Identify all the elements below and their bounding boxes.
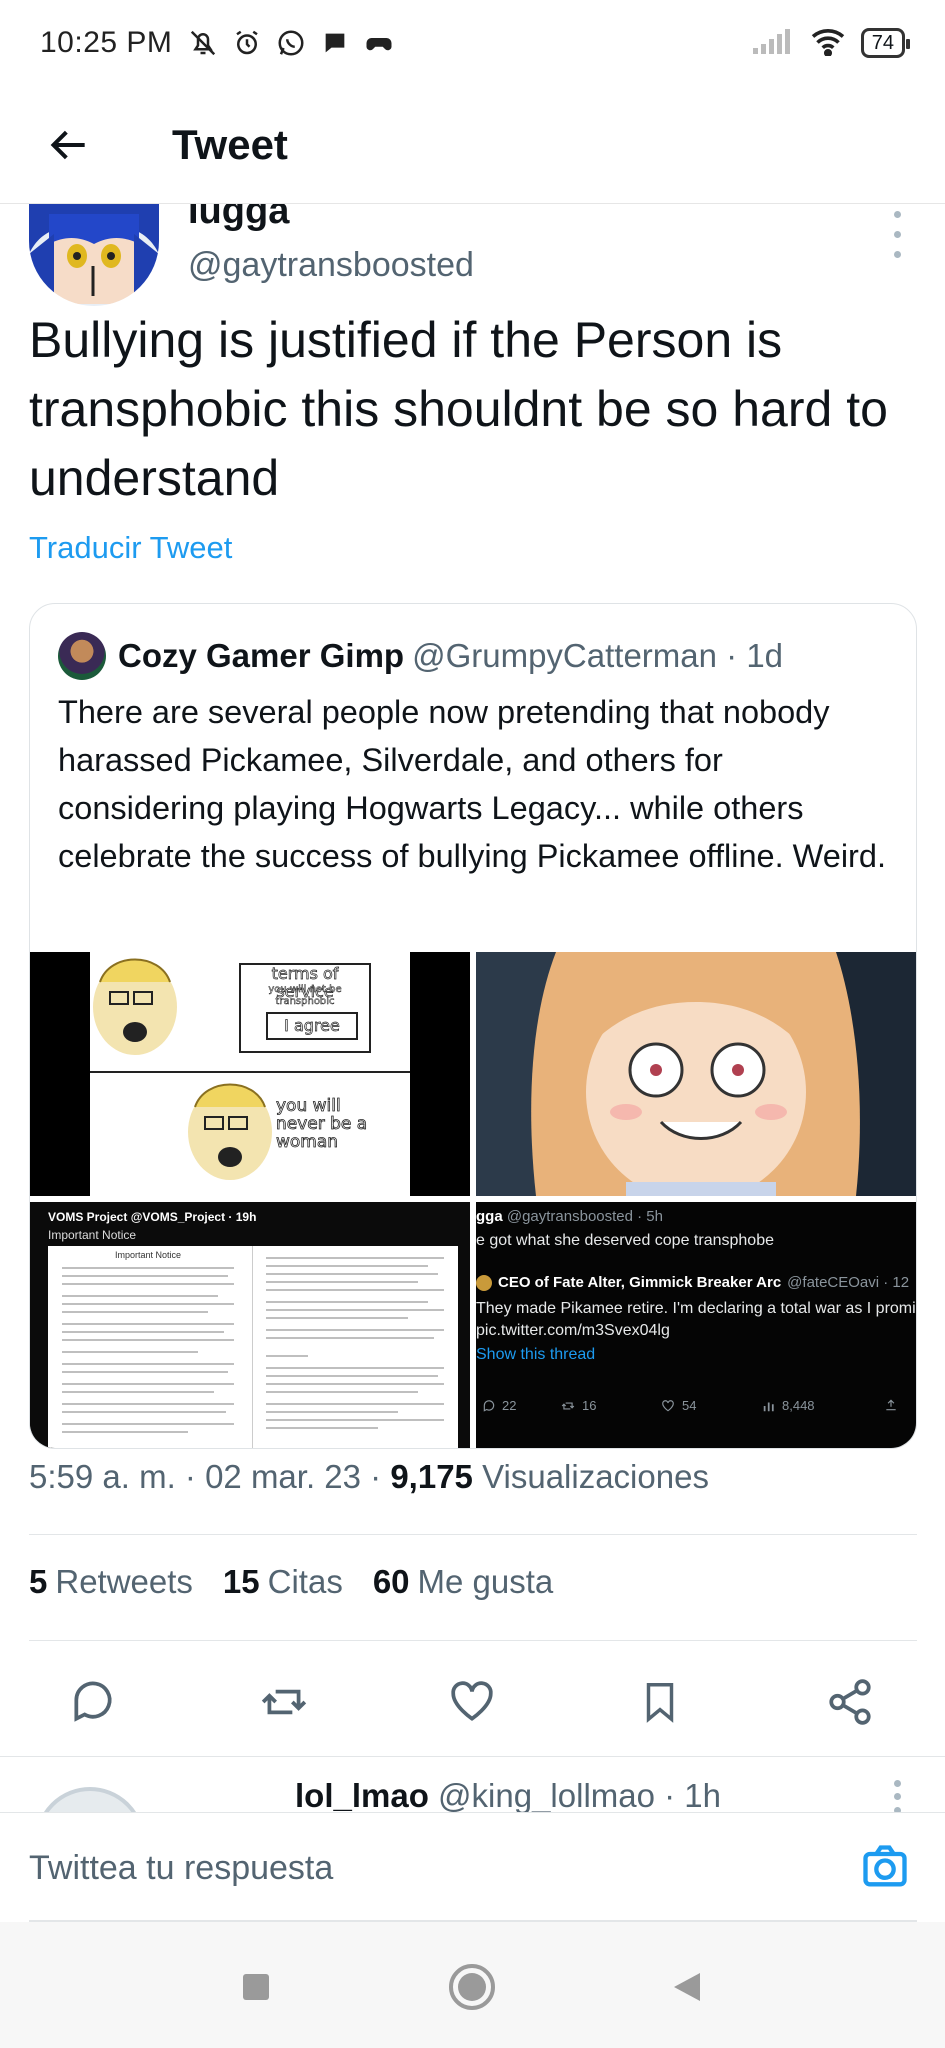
author-handle[interactable]: @gaytransboosted bbox=[188, 246, 474, 285]
meme-tos-agree: I agree bbox=[266, 1012, 358, 1040]
reply-author: lol_lmao @king_lollmao · 1h bbox=[295, 1777, 721, 1813]
retweet-icon bbox=[561, 1402, 575, 1409]
reply-button[interactable] bbox=[63, 1672, 123, 1732]
translate-link[interactable]: Traducir Tweet bbox=[29, 530, 232, 566]
quote-tweet-card[interactable]: Cozy Gamer Gimp @GrumpyCatterman · 1d Th… bbox=[29, 603, 917, 1449]
like-button[interactable] bbox=[442, 1672, 502, 1732]
like-icon bbox=[451, 1681, 493, 1721]
whatsapp-icon bbox=[276, 28, 306, 58]
recents-button[interactable] bbox=[221, 1952, 291, 2022]
tweet-timestamp: 5:59 a. m. · 02 mar. 23 · bbox=[29, 1458, 391, 1495]
retweets-stat[interactable]: 5 Retweets bbox=[29, 1563, 193, 1601]
bell-off-icon bbox=[188, 28, 218, 58]
media-image-anime[interactable] bbox=[476, 952, 916, 1196]
quote-author-handle: @GrumpyCatterman · 1d bbox=[412, 637, 784, 674]
triangle-back-icon bbox=[674, 1973, 700, 2001]
camera-icon bbox=[863, 1845, 907, 1887]
quote-author-name: Cozy Gamer Gimp bbox=[118, 637, 405, 674]
embedded-text: e got what she deserved cope transphobe bbox=[476, 1232, 774, 1249]
embedded-retweets: 16 bbox=[560, 1398, 596, 1413]
avatar[interactable] bbox=[29, 194, 159, 306]
square-icon bbox=[243, 1974, 269, 2000]
notice-title: Important Notice bbox=[48, 1228, 137, 1242]
bookmark-button[interactable] bbox=[630, 1672, 690, 1732]
meme-woman-text: you will never be a woman bbox=[276, 1096, 368, 1152]
game-controller-icon bbox=[364, 28, 394, 58]
alarm-icon bbox=[232, 28, 262, 58]
embedded-inner-name: CEO of Fate Alter, Gimmick Breaker Arc bbox=[498, 1274, 782, 1291]
signal-icon bbox=[751, 26, 795, 61]
dot bbox=[893, 230, 901, 238]
like-icon bbox=[662, 1399, 674, 1411]
embedded-views: 8,448 bbox=[762, 1398, 815, 1413]
embedded-name: gga bbox=[476, 1208, 503, 1225]
media-image-meme[interactable]: terms of service you will not be transph… bbox=[30, 952, 470, 1196]
dot bbox=[893, 1793, 901, 1801]
reply-icon bbox=[74, 1681, 112, 1722]
quote-media-grid: terms of service you will not be transph… bbox=[30, 952, 917, 1448]
embedded-inner-handle: @fateCEOavi · 12 bbox=[787, 1274, 910, 1291]
divider bbox=[29, 1534, 917, 1535]
notice-header: VOMS Project @VOMS_Project · 19h bbox=[48, 1210, 257, 1224]
meme-tos-rule: you will not be transphobic bbox=[268, 984, 342, 1008]
page-title: Tweet bbox=[172, 120, 288, 168]
reply-tweet-preview[interactable]: lol_lmao @king_lollmao · 1h bbox=[0, 1757, 945, 1813]
media-image-notice[interactable]: VOMS Project @VOMS_Project · 19h Importa… bbox=[30, 1202, 470, 1448]
reply-compose-bar: Twittea tu respuesta bbox=[0, 1812, 945, 1922]
top-app-bar: Tweet bbox=[0, 86, 945, 204]
tweet-action-bar bbox=[0, 1660, 945, 1740]
quote-header: Cozy Gamer Gimp @GrumpyCatterman · 1d bbox=[58, 628, 783, 684]
tweet-stats: 5 Retweets 15 Citas 60 Me gusta bbox=[29, 1563, 553, 1601]
arrow-left-icon bbox=[50, 130, 85, 159]
camera-button[interactable] bbox=[859, 1841, 911, 1893]
dot bbox=[893, 250, 901, 258]
status-time: 10:25 PM bbox=[40, 26, 173, 59]
reply-input[interactable]: Twittea tu respuesta bbox=[29, 1849, 333, 1888]
bookmark-icon bbox=[646, 1683, 674, 1723]
embedded-likes: 54 bbox=[660, 1398, 696, 1413]
back-nav-button[interactable] bbox=[652, 1952, 722, 2022]
quote-avatar bbox=[58, 632, 106, 680]
reply-icon bbox=[483, 1399, 495, 1412]
battery-icon: 74 bbox=[860, 28, 911, 58]
views-label[interactable]: Visualizaciones bbox=[482, 1458, 709, 1495]
dot bbox=[893, 1780, 901, 1788]
system-nav-bar bbox=[0, 1922, 945, 2048]
tweet-meta: 5:59 a. m. · 02 mar. 23 · 9,175 Visualiz… bbox=[29, 1458, 709, 1496]
wifi-icon bbox=[809, 26, 847, 61]
share-button[interactable] bbox=[820, 1672, 880, 1732]
retweet-button[interactable] bbox=[254, 1672, 314, 1732]
status-bar: 10:25 PM 74 bbox=[0, 0, 945, 86]
embedded-show-thread: Show this thread bbox=[476, 1346, 596, 1363]
reply-author-name: lol_lmao bbox=[295, 1777, 429, 1813]
share-icon bbox=[829, 1679, 871, 1725]
more-options-button[interactable] bbox=[887, 1777, 907, 1813]
chat-icon bbox=[320, 28, 350, 58]
tweet-text: Bullying is justified if the Person is t… bbox=[29, 312, 888, 506]
more-options-button[interactable] bbox=[887, 204, 907, 264]
embedded-inner-avatar bbox=[476, 1274, 492, 1291]
notice-document: Important Notice bbox=[48, 1246, 458, 1448]
media-image-embedded-tweet[interactable]: gga @gaytransboosted · 5h e got what she… bbox=[476, 1202, 917, 1448]
likes-stat[interactable]: 60 Me gusta bbox=[373, 1563, 553, 1601]
embedded-handle: @gaytransboosted · 5h bbox=[506, 1208, 663, 1225]
embedded-inner-link: pic.twitter.com/m3Svex04lg bbox=[476, 1322, 670, 1339]
quote-text: There are several people now pretending … bbox=[58, 694, 886, 874]
views-count: 9,175 bbox=[390, 1458, 473, 1495]
divider bbox=[29, 1640, 917, 1641]
home-button[interactable] bbox=[437, 1952, 507, 2022]
circle-icon bbox=[449, 1964, 495, 2010]
upload-icon bbox=[884, 1398, 898, 1415]
embedded-inner-text: They made Pikamee retire. I'm declaring … bbox=[476, 1300, 917, 1317]
embedded-replies: 22 bbox=[482, 1398, 516, 1413]
avatar[interactable] bbox=[35, 1787, 145, 1813]
retweet-icon bbox=[261, 1689, 307, 1715]
views-icon bbox=[763, 1402, 774, 1411]
quotes-stat[interactable]: 15 Citas bbox=[223, 1563, 343, 1601]
back-button[interactable] bbox=[20, 95, 120, 195]
dot bbox=[893, 210, 901, 218]
reply-author-handle: @king_lollmao · 1h bbox=[438, 1777, 722, 1813]
tweet-author-row: Iugga @gaytransboosted bbox=[0, 190, 945, 314]
